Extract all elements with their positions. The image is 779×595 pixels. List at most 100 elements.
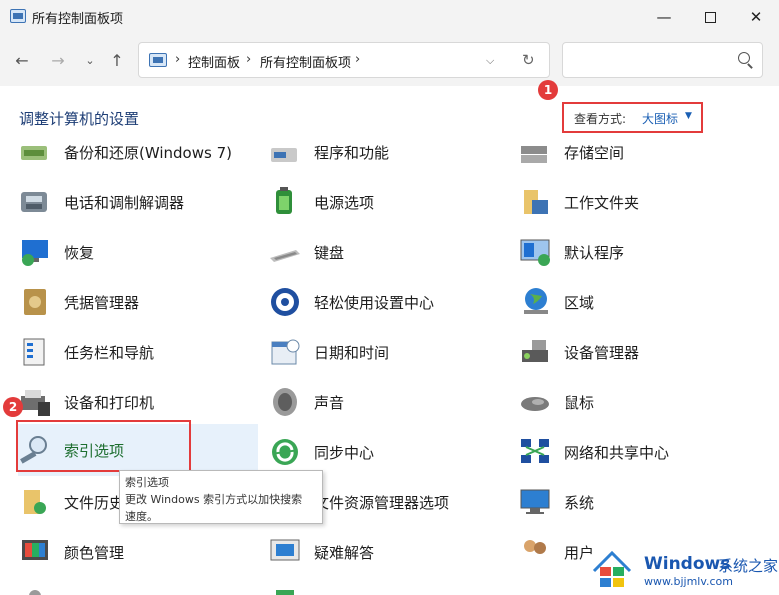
backup-icon xyxy=(21,146,47,160)
item-label: 疑难解答 xyxy=(314,544,375,562)
watermark: Windows 系统之家 www.bjjmlv.com xyxy=(588,545,779,595)
globe-icon xyxy=(524,288,548,314)
item-label: 同步中心 xyxy=(314,444,375,462)
tooltip-description-cont: 速度。 xyxy=(125,510,158,523)
item-device-manager[interactable]: 设备管理器 xyxy=(518,330,758,374)
item-label: 任务栏和导航 xyxy=(64,344,155,362)
maximize-icon xyxy=(704,11,716,23)
watermark-suffix: 系统之家 xyxy=(718,557,779,575)
back-button[interactable]: ← xyxy=(10,48,34,72)
item-label: 工作文件夹 xyxy=(564,194,640,212)
item-label: 电话和调制解调器 xyxy=(64,194,185,212)
highlight-box xyxy=(16,420,191,472)
item-label: 设备和打印机 xyxy=(64,394,155,412)
item-label: 颜色管理 xyxy=(64,544,125,562)
item-keyboard[interactable]: 键盘 xyxy=(268,230,508,274)
item-label: 键盘 xyxy=(314,244,345,262)
item-partial[interactable] xyxy=(268,580,508,595)
minimize-button[interactable]: — xyxy=(641,0,687,34)
programs-icon xyxy=(271,148,297,162)
item-label: 恢复 xyxy=(64,244,95,262)
item-storage-spaces[interactable]: 存储空间 xyxy=(518,138,758,174)
view-mode-value[interactable]: 大图标 xyxy=(642,110,678,127)
close-button[interactable]: ✕ xyxy=(733,0,779,34)
view-mode-label: 查看方式: xyxy=(574,112,627,126)
item-label: 文件资源管理器选项 xyxy=(314,494,450,512)
speech-icon xyxy=(29,590,41,595)
search-input[interactable] xyxy=(562,42,763,78)
item-label: 轻松使用设置中心 xyxy=(314,294,435,312)
item-date-time[interactable]: 日期和时间 xyxy=(268,330,508,374)
color-icon xyxy=(22,540,48,560)
default-programs-icon xyxy=(520,239,550,266)
item-label: 日期和时间 xyxy=(314,344,390,362)
item-label: 系统 xyxy=(564,494,595,512)
step-badge-2: 2 xyxy=(3,397,23,417)
forward-button[interactable]: → xyxy=(46,48,70,72)
item-devices-printers[interactable]: 设备和打印机 xyxy=(18,380,258,424)
control-panel-items: 备份和还原(Windows 7) 程序和功能 存储空间 电话和调制解调器 电源选… xyxy=(0,138,779,595)
autoplay-icon xyxy=(276,590,294,595)
dropdown-arrow-icon[interactable]: ▼ xyxy=(685,111,692,121)
battery-icon xyxy=(276,187,292,214)
item-label: 设备管理器 xyxy=(564,344,640,362)
item-backup-restore[interactable]: 备份和还原(Windows 7) xyxy=(18,138,258,174)
view-mode-selector[interactable]: 查看方式: 大图标 ▼ xyxy=(562,102,703,133)
recovery-icon xyxy=(22,240,48,266)
item-label: 备份和还原(Windows 7) xyxy=(64,144,232,162)
item-credential-manager[interactable]: 凭据管理器 xyxy=(18,280,258,324)
window-title: 所有控制面板项 xyxy=(32,12,124,27)
item-phone-modem[interactable]: 电话和调制解调器 xyxy=(18,180,258,224)
control-panel-icon xyxy=(149,53,167,67)
item-partial[interactable] xyxy=(18,580,258,595)
item-default-programs[interactable]: 默认程序 xyxy=(518,230,758,274)
item-mouse[interactable]: 鼠标 xyxy=(518,380,758,424)
monitor-icon xyxy=(520,489,550,514)
tooltip: 索引选项 更改 Windows 索引方式以加快搜索 速度。 xyxy=(119,470,323,524)
chevron-down-icon[interactable]: ⌵ xyxy=(486,54,494,68)
watermark-url: www.bjjmlv.com xyxy=(644,575,733,588)
breadcrumb-separator[interactable]: › xyxy=(246,52,251,67)
item-taskbar-navigation[interactable]: 任务栏和导航 xyxy=(18,330,258,374)
maximize-button[interactable] xyxy=(687,0,733,34)
item-label: 文件历史 xyxy=(64,494,125,512)
item-work-folders[interactable]: 工作文件夹 xyxy=(518,180,758,224)
sync-icon xyxy=(272,439,298,465)
item-label: 鼠标 xyxy=(564,394,595,412)
recent-locations-button[interactable]: ⌄ xyxy=(78,48,102,72)
control-panel-icon xyxy=(10,9,26,23)
item-sound[interactable]: 声音 xyxy=(268,380,508,424)
taskbar-icon xyxy=(23,338,45,366)
printer-icon xyxy=(21,390,50,416)
item-label: 程序和功能 xyxy=(314,144,390,162)
address-bar[interactable]: › 控制面板 › 所有控制面板项 › ⌵ ↻ xyxy=(138,42,550,78)
item-troubleshooting[interactable]: 疑难解答 xyxy=(268,530,508,574)
item-ease-of-access[interactable]: 轻松使用设置中心 xyxy=(268,280,508,324)
item-sync-center[interactable]: 同步中心 xyxy=(268,430,508,474)
up-button[interactable]: ↑ xyxy=(105,48,129,72)
calendar-clock-icon xyxy=(271,339,300,365)
item-region[interactable]: 区域 xyxy=(518,280,758,324)
storage-icon xyxy=(521,146,547,163)
item-system[interactable]: 系统 xyxy=(518,480,758,524)
refresh-icon[interactable]: ↻ xyxy=(522,51,535,69)
device-manager-icon xyxy=(522,340,548,362)
breadcrumb-all-items[interactable]: 所有控制面板项 xyxy=(260,52,351,71)
speaker-icon xyxy=(273,388,297,416)
page-title: 调整计算机的设置 xyxy=(19,110,140,128)
item-power-options[interactable]: 电源选项 xyxy=(268,180,508,224)
breadcrumb-control-panel[interactable]: 控制面板 xyxy=(188,52,240,71)
breadcrumb-separator[interactable]: › xyxy=(355,52,360,67)
item-label: 凭据管理器 xyxy=(64,294,140,312)
item-label: 电源选项 xyxy=(314,194,375,212)
item-recovery[interactable]: 恢复 xyxy=(18,230,258,274)
search-icon xyxy=(738,52,750,64)
item-programs-features[interactable]: 程序和功能 xyxy=(268,138,508,174)
item-label: 存储空间 xyxy=(564,144,625,162)
keyboard-icon xyxy=(270,250,300,262)
title-bar: 所有控制面板项 — ✕ xyxy=(0,0,779,34)
breadcrumb-separator[interactable]: › xyxy=(175,52,180,67)
mouse-icon xyxy=(521,397,549,411)
item-color-management[interactable]: 颜色管理 xyxy=(18,530,258,574)
item-network-sharing[interactable]: 网络和共享中心 xyxy=(518,430,758,474)
